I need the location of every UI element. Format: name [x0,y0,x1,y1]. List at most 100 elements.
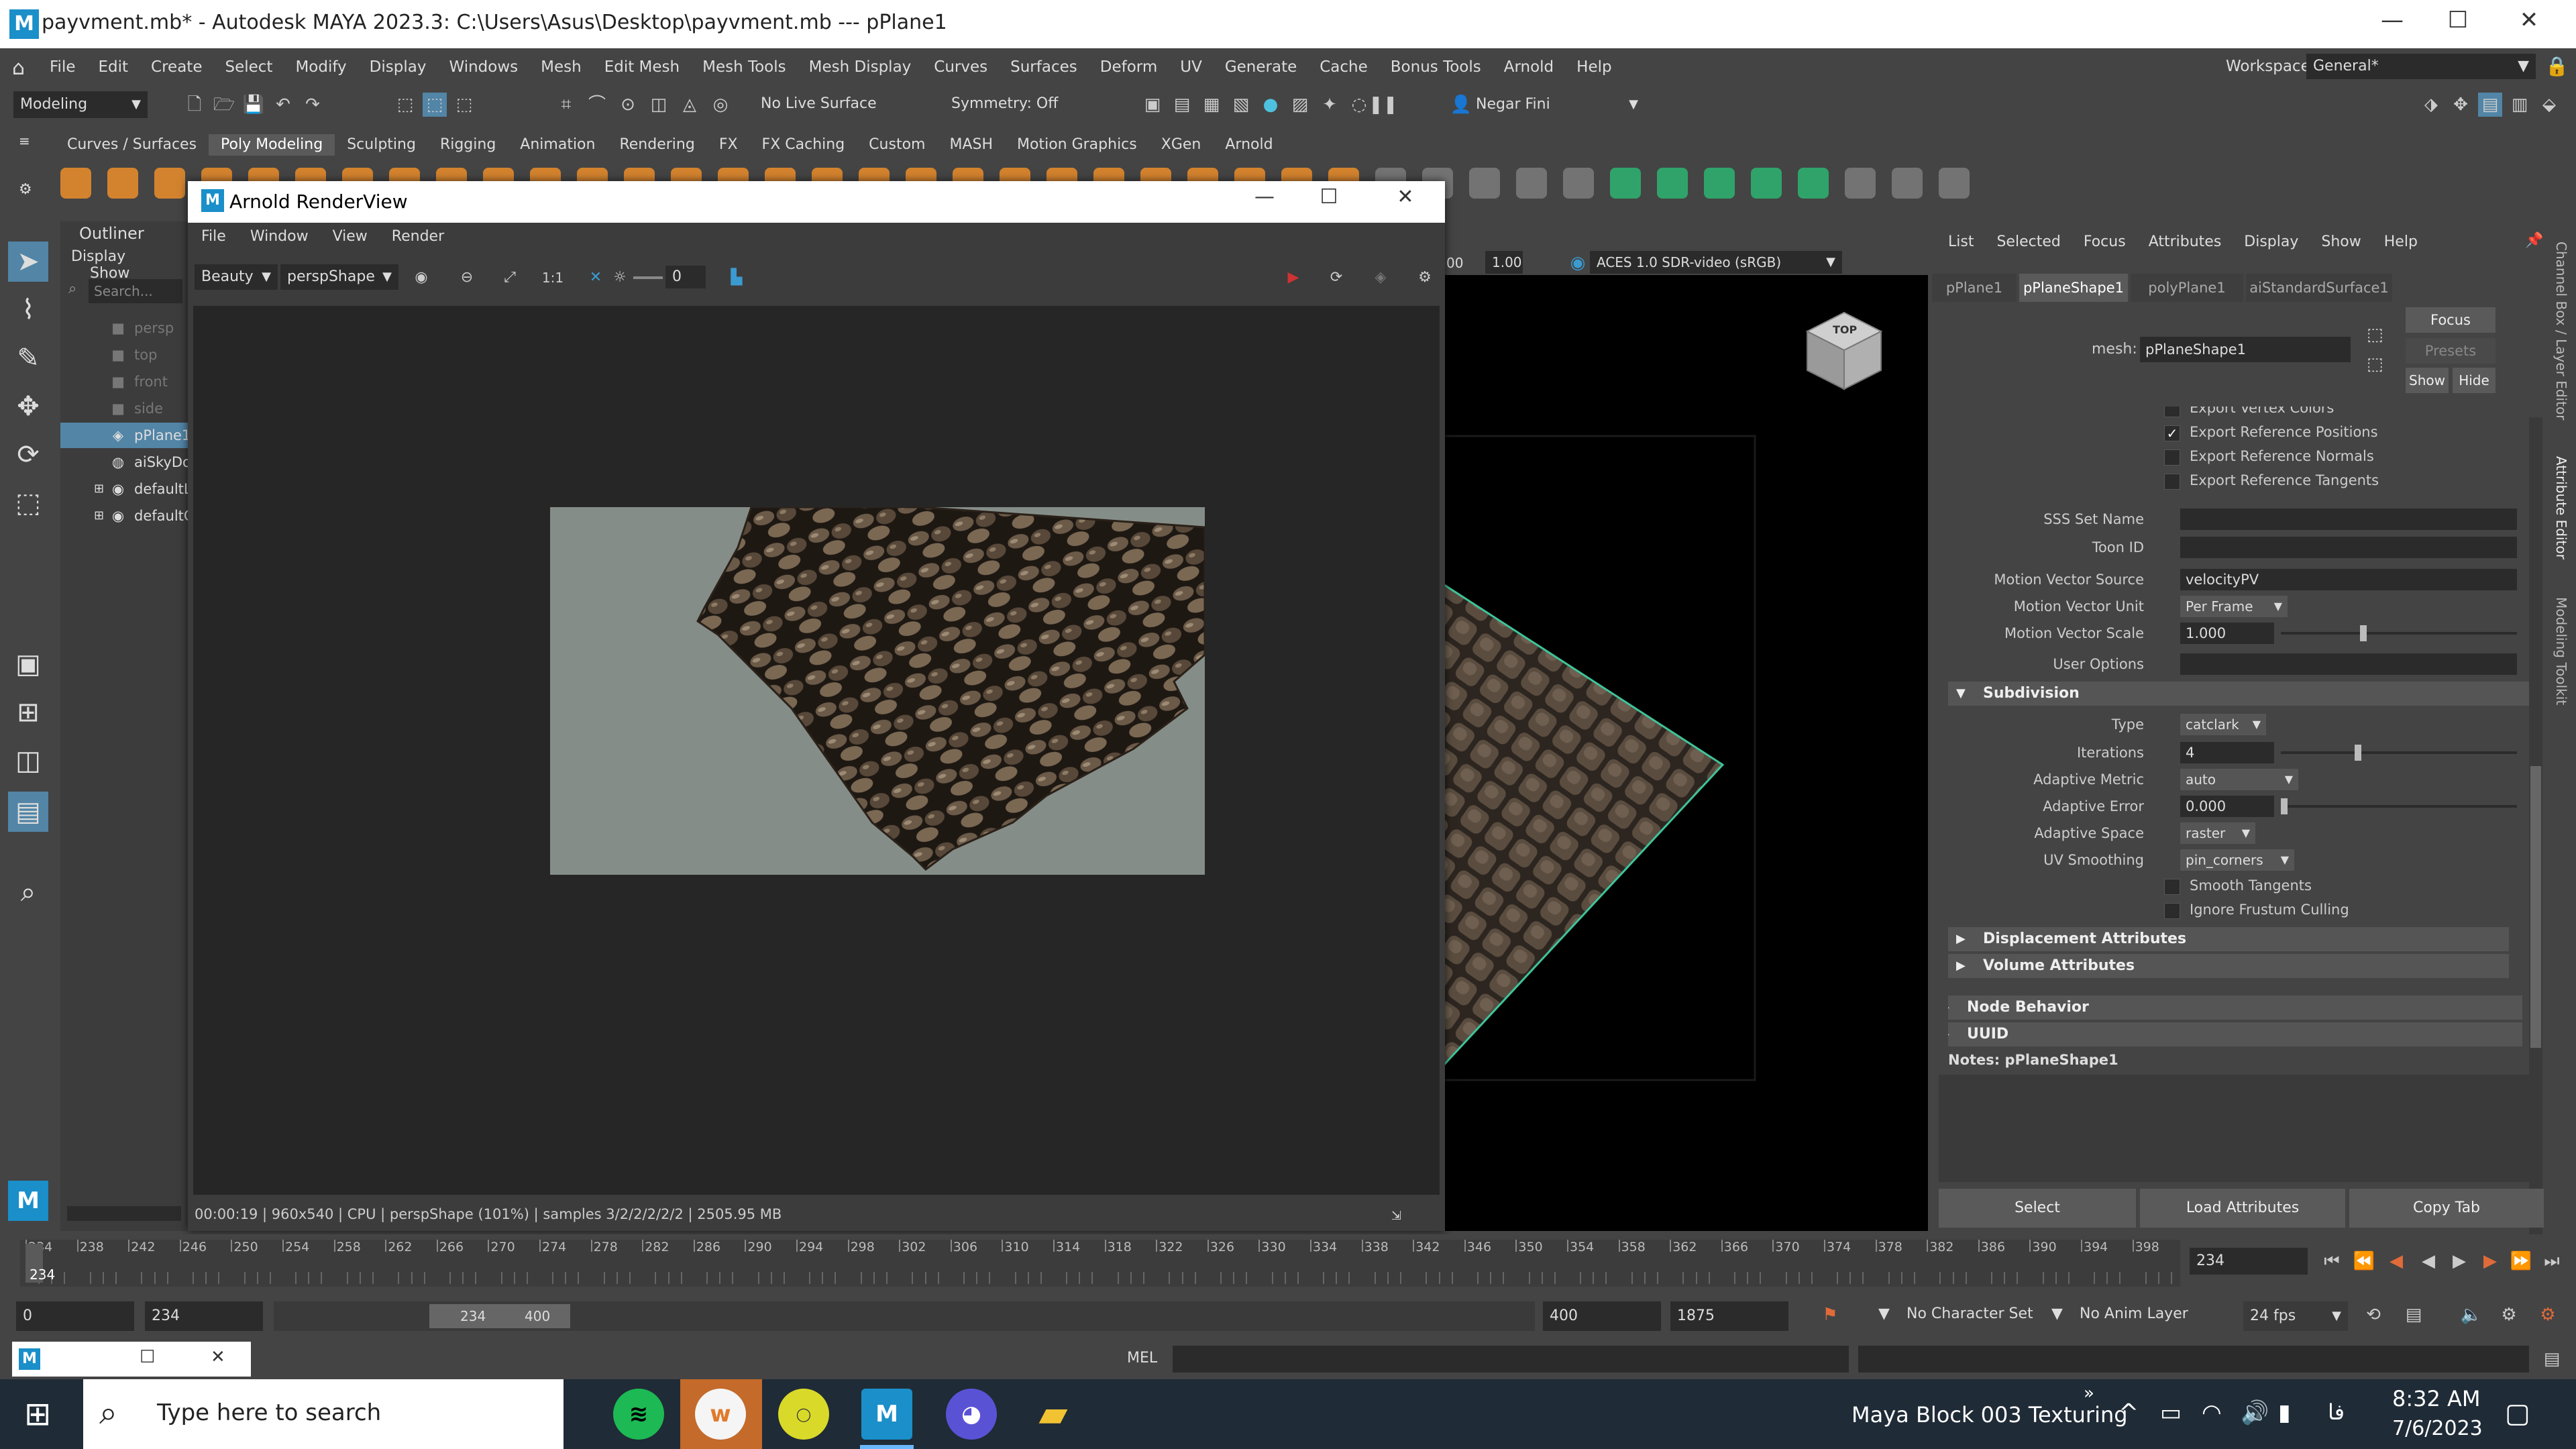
outliner-layout-icon[interactable]: ▤ [8,792,48,832]
double-chevron-icon[interactable]: » [2084,1383,2094,1403]
wifi-icon[interactable]: ◠ [2202,1399,2222,1426]
save-scene-icon[interactable]: 💾 [241,93,266,117]
outliner-item-defaultl[interactable]: ⊞ ◉ defaultL [60,476,192,502]
menu-mesh[interactable]: Mesh [541,58,582,76]
select-component-icon[interactable]: ⬚ [452,93,476,117]
attr-tab-aistandardsurface1[interactable]: aiStandardSurface1 [2246,274,2392,302]
real-size-icon[interactable]: 1:1 [541,266,565,290]
attr-tab-polyplane1[interactable]: polyPlane1 [2131,274,2243,302]
render-settings-icon[interactable]: ▧ [1229,93,1253,117]
scale-tool-icon[interactable]: ⬚ [8,483,48,523]
colorspace-dropdown[interactable]: ACES 1.0 SDR-video (sRGB) ▼ [1590,251,1842,274]
play-backward-icon[interactable]: ◀ [2416,1249,2440,1273]
menu-display[interactable]: Display [370,58,427,76]
shelf-tool-icon[interactable] [1845,168,1876,199]
attr-tab-pplane1[interactable]: pPlane1 [1932,274,2017,302]
minimized-restore-button[interactable]: ☐ [140,1347,155,1367]
section-node-behavior[interactable]: ▶ Node Behavior [1948,996,2522,1020]
shelf-tool-icon[interactable] [107,168,138,199]
menu-set-dropdown[interactable]: Modeling ▼ [13,91,148,118]
shelf-tab-fx-caching[interactable]: FX Caching [750,134,857,156]
menu-mesh-tools[interactable]: Mesh Tools [702,58,786,76]
outliner-display-menu[interactable]: Display [71,248,125,265]
symmetry-label[interactable]: Symmetry: Off [951,95,1058,112]
hypershade-icon[interactable]: ● [1258,93,1283,117]
outliner-item-front[interactable]: ■ front [60,369,188,394]
character-set-label[interactable]: No Character Set [1907,1305,2033,1322]
file-explorer-icon[interactable]: ▰ [1028,1389,1079,1440]
modeling-toolkit-side-tab[interactable]: Modeling Toolkit [2553,597,2569,705]
menu-modify[interactable]: Modify [295,58,346,76]
renderview-menu-render[interactable]: Render [392,228,444,245]
crop-icon[interactable]: ✕ [584,266,608,290]
outliner-title[interactable]: Outliner [79,224,144,243]
snap-curve-icon[interactable]: ⌒ [585,93,609,117]
clock-date[interactable]: 7/6/2023 [2392,1417,2483,1440]
menu-surfaces[interactable]: Surfaces [1010,58,1077,76]
minimized-close-button[interactable]: ✕ [211,1347,225,1367]
outliner-search-input[interactable]: Search... [89,279,182,303]
menu-curves[interactable]: Curves [934,58,987,76]
attr-menu-show[interactable]: Show [2321,233,2361,250]
mesh-name-field[interactable]: pPlaneShape1 [2140,337,2351,362]
checkbox-ignore-frustum-culling[interactable] [2164,903,2180,919]
menu-help[interactable]: Help [1576,58,1611,76]
color-management-icon[interactable]: ◉ [1566,251,1590,275]
home-icon[interactable]: ⌂ [12,56,25,80]
workspace-dropdown[interactable]: General* ▼ [2306,54,2536,79]
exposure-slider[interactable] [633,276,663,279]
clock-time[interactable]: 8:32 AM [2392,1386,2481,1411]
chevron-down-icon[interactable]: ▼ [1878,1305,1890,1322]
sound-icon[interactable]: 🔈 [2459,1303,2483,1327]
four-view-layout-icon[interactable]: ⊞ [8,692,48,733]
select-hierarchy-icon[interactable]: ⬚ [393,93,417,117]
discord-icon[interactable]: ◕ [946,1389,997,1440]
renderview-settings-icon[interactable]: ⚙ [1413,266,1437,290]
playback-end-field[interactable]: 400 [1543,1301,1661,1331]
menu-deform[interactable]: Deform [1100,58,1158,76]
menu-select[interactable]: Select [225,58,272,76]
tray-overflow-icon[interactable]: ^ [2118,1399,2139,1427]
shelf-tab-xgen[interactable]: XGen [1149,134,1214,156]
menu-edit-mesh[interactable]: Edit Mesh [604,58,680,76]
renderview-maximize-button[interactable]: ☐ [1312,185,1346,209]
snapshot-icon[interactable]: ▙ [724,266,749,290]
channel-box-icon[interactable]: ⬙ [2537,93,2561,117]
adaptive-error-slider[interactable] [2281,805,2517,808]
copy-tab-button[interactable]: Copy Tab [2349,1189,2544,1228]
render-frame-icon[interactable]: ▣ [1140,93,1165,117]
arnold-render-icon[interactable]: ✦ [1318,93,1342,117]
motion-vector-source-field[interactable]: velocityPV [2180,569,2517,590]
step-forward-frame-icon[interactable]: ▶ [2478,1249,2502,1273]
render-sequence-icon[interactable]: ▤ [1170,93,1194,117]
shelf-tab-sculpting[interactable]: Sculpting [335,134,428,156]
arnold-ipr-icon[interactable]: ◌ [1347,93,1371,117]
expand-icon[interactable]: ⊞ [94,503,104,529]
attribute-editor-toggle-icon[interactable]: ▤ [2478,93,2502,117]
go-to-end-icon[interactable]: ⏭ [2540,1249,2564,1273]
lock-icon[interactable]: 🔒 [2545,55,2569,77]
shelf-tool-icon[interactable] [1469,168,1500,199]
attribute-scrollbar-thumb[interactable] [2530,766,2541,1048]
shelf-tool-icon[interactable] [154,168,185,199]
show-button[interactable]: Show [2406,368,2449,393]
load-attributes-button[interactable]: Load Attributes [2140,1189,2345,1228]
fit-icon[interactable]: ⤢ [498,266,522,290]
outliner-item-pplane1[interactable]: ◈ pPlane1 [60,423,191,448]
checkbox-export-reference-positions[interactable]: ✓ [2164,425,2180,441]
focus-button[interactable]: Focus [2406,307,2496,333]
sidebar-toggle-icon[interactable]: ⬗ [2419,93,2443,117]
expand-icon[interactable]: ⊞ [94,476,104,502]
rotate-tool-icon[interactable]: ⟳ [8,435,48,475]
outliner-item-defaultc[interactable]: ⊞ ◉ defaultC [60,503,194,529]
renderview-menu-view[interactable]: View [333,228,368,245]
wattpad-icon[interactable]: w [695,1389,746,1440]
renderview-minimize-button[interactable]: — [1248,185,1281,209]
select-tool-icon[interactable]: ➤ [8,241,48,282]
step-back-key-icon[interactable]: ⏪ [2352,1249,2376,1273]
menu-edit[interactable]: Edit [99,58,129,76]
iterations-thumb[interactable] [2355,745,2361,761]
section-displacement-attributes[interactable]: ▶ Displacement Attributes [1948,927,2509,951]
attr-tab-pplaneshape1[interactable]: pPlaneShape1 [2019,274,2128,302]
checkbox-export-vertex-colors[interactable] [2164,407,2180,417]
